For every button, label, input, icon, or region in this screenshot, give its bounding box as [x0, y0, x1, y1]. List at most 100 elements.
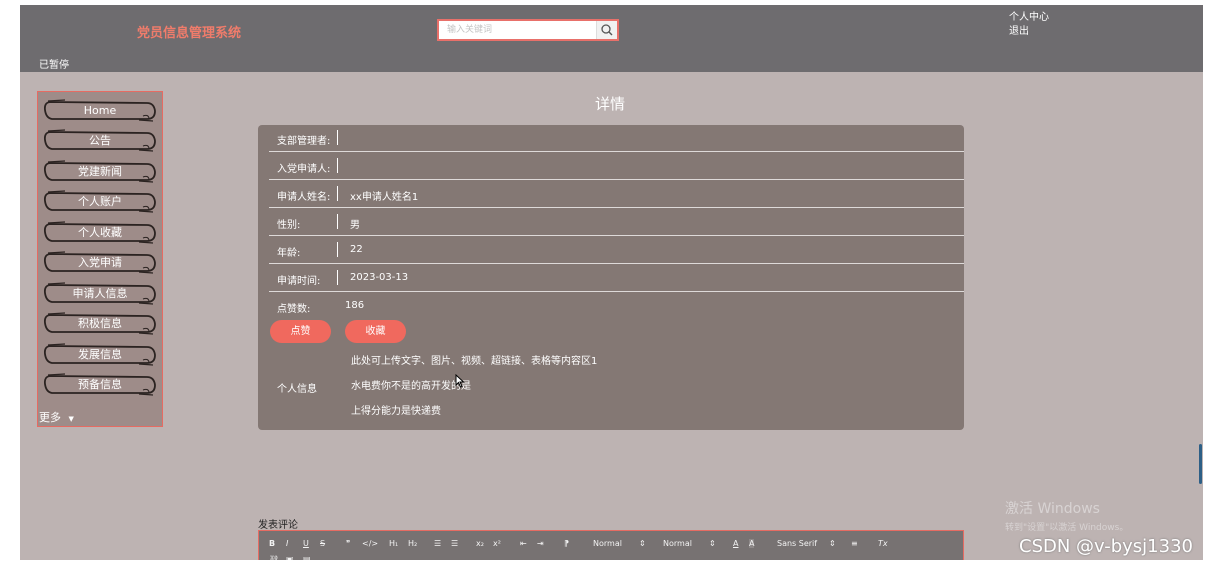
bullet-list-button[interactable]: ☰	[451, 539, 458, 548]
quote-button[interactable]: ❞	[346, 539, 350, 548]
info-line: 此处可上传文字、图片、视频、超链接、表格等内容区1	[351, 356, 598, 367]
field-divider	[337, 158, 338, 173]
sidebar-item-party-news[interactable]: 党建新闻	[43, 159, 157, 184]
field-divider	[337, 130, 338, 145]
detail-row: 申请时间: 2023-03-13	[269, 265, 964, 292]
detail-row: 入党申请人:	[269, 153, 964, 180]
caret-down-icon: ▼	[68, 415, 74, 423]
size-select[interactable]: Normal	[593, 539, 622, 548]
sidebar-item-label: 个人收藏	[78, 226, 122, 239]
strike-button[interactable]: S	[320, 539, 325, 548]
info-label: 个人信息	[277, 384, 317, 395]
detail-panel: 支部管理者: 入党申请人: 申请人姓名: xx申请人姓名1 性别: 男 年龄: …	[258, 125, 964, 430]
sidebar-item-label: Home	[83, 104, 117, 117]
select-arrows-icon: ⇕	[829, 539, 836, 548]
search-input[interactable]	[439, 21, 597, 39]
outdent-button[interactable]: ⇤	[520, 539, 527, 548]
page-title: 详情	[594, 95, 625, 113]
detail-row: 申请人姓名: xx申请人姓名1	[269, 181, 964, 208]
sidebar-item-account[interactable]: 个人账户	[43, 189, 157, 214]
watermark-subtitle: 转到"设置"以激活 Windows。	[1005, 523, 1129, 533]
sidebar-item-development-info[interactable]: 发展信息	[43, 342, 157, 367]
app-title[interactable]: 党员信息管理系统	[137, 22, 241, 41]
video-icon[interactable]: ▤	[303, 555, 311, 560]
field-value: 22	[350, 244, 363, 255]
mouse-cursor-icon	[455, 374, 465, 388]
h1-button[interactable]: H₁	[389, 539, 398, 548]
favorite-button[interactable]: 收藏	[345, 320, 406, 343]
rtl-button[interactable]: ⁋	[564, 539, 569, 548]
superscript-button[interactable]: x²	[493, 539, 501, 548]
image-icon[interactable]: ▣	[286, 555, 294, 560]
font-select[interactable]: Sans Serif	[777, 539, 817, 548]
ordered-list-button[interactable]: ☰	[434, 539, 441, 548]
link-icon[interactable]: ⛓	[269, 555, 279, 560]
paused-label: 已暂停	[39, 60, 69, 71]
sidebar-nav: Home 公告 党建新闻 个人账户 个人收藏 入党申请 申请人信息 积极信息 发…	[37, 91, 163, 427]
background-color-button[interactable]: A	[749, 539, 755, 548]
field-value: 2023-03-13	[350, 272, 409, 283]
search-icon	[601, 24, 613, 36]
code-button[interactable]: </>	[362, 539, 378, 548]
watermark-title: 激活 Windows	[1005, 501, 1100, 517]
field-divider	[337, 242, 338, 257]
sidebar-item-announcements[interactable]: 公告	[43, 128, 157, 153]
align-button[interactable]: ≡	[851, 539, 858, 548]
scroll-indicator[interactable]	[1199, 444, 1202, 484]
field-value: xx申请人姓名1	[350, 192, 419, 203]
search-button[interactable]	[596, 21, 617, 39]
likes-count: 186	[345, 300, 365, 311]
editor-toolbar: B I U S ❞ </> H₁ H₂ ☰ ☰ x₂ x² ⇤ ⇥ ⁋ Norm…	[258, 530, 964, 560]
comment-label: 发表评论	[258, 520, 298, 531]
select-arrows-icon: ⇕	[639, 539, 646, 548]
logout-link[interactable]: 退出	[1009, 25, 1049, 39]
sidebar-item-label: 入党申请	[78, 256, 122, 269]
bold-button[interactable]: B	[269, 539, 275, 548]
more-menu[interactable]: 更多 ▼	[39, 409, 74, 425]
info-line: 上得分能力是快递费	[351, 406, 441, 417]
detail-row: 支部管理者:	[269, 125, 964, 152]
detail-row: 年龄: 22	[269, 237, 964, 264]
field-value: 男	[350, 220, 360, 231]
indent-button[interactable]: ⇥	[537, 539, 544, 548]
field-label: 性别:	[277, 220, 301, 231]
clean-format-button[interactable]: Tx	[878, 539, 888, 548]
likes-label: 点赞数:	[277, 304, 311, 315]
field-label: 入党申请人:	[277, 164, 331, 175]
italic-button[interactable]: I	[286, 539, 288, 548]
sidebar-item-label: 个人账户	[78, 195, 122, 208]
info-line: 水电费你不是的高开发的是	[351, 381, 471, 392]
subscript-button[interactable]: x₂	[476, 539, 484, 548]
sidebar-item-applicant-info[interactable]: 申请人信息	[43, 281, 157, 306]
windows-activation-watermark: 激活 Windows 转到"设置"以激活 Windows。	[1005, 498, 1128, 533]
user-menu: 个人中心 退出	[1009, 11, 1049, 39]
sidebar-item-home[interactable]: Home	[43, 98, 157, 123]
sidebar-item-application[interactable]: 入党申请	[43, 250, 157, 275]
sidebar-item-probation-info[interactable]: 预备信息	[43, 372, 157, 397]
underline-button[interactable]: U	[303, 539, 309, 548]
search-box	[437, 19, 619, 41]
select-arrows-icon: ⇕	[709, 539, 716, 548]
header-select[interactable]: Normal	[663, 539, 692, 548]
field-divider	[337, 214, 338, 229]
detail-row: 性别: 男	[269, 209, 964, 236]
sidebar-item-active-info[interactable]: 积极信息	[43, 311, 157, 336]
top-header: 党员信息管理系统 已暂停 个人中心 退出	[20, 5, 1203, 72]
h2-button[interactable]: H₂	[408, 539, 417, 548]
field-divider	[337, 186, 338, 201]
sidebar-item-label: 积极信息	[78, 317, 122, 330]
field-label: 支部管理者:	[277, 136, 331, 147]
profile-link[interactable]: 个人中心	[1009, 11, 1049, 25]
more-label: 更多	[39, 411, 61, 424]
field-label: 年龄:	[277, 248, 301, 259]
field-label: 申请人姓名:	[277, 192, 331, 203]
csdn-credit-watermark: CSDN @v-bysj1330	[1019, 536, 1193, 557]
sidebar-item-label: 公告	[89, 134, 111, 147]
like-button[interactable]: 点赞	[270, 320, 331, 343]
sidebar-item-favorites[interactable]: 个人收藏	[43, 220, 157, 245]
text-color-button[interactable]: A	[733, 539, 738, 548]
app-window: 党员信息管理系统 已暂停 个人中心 退出 Home 公告 党建新	[20, 5, 1203, 560]
field-divider	[337, 270, 338, 285]
field-label: 申请时间:	[277, 276, 321, 287]
sidebar-item-label: 发展信息	[78, 348, 122, 361]
